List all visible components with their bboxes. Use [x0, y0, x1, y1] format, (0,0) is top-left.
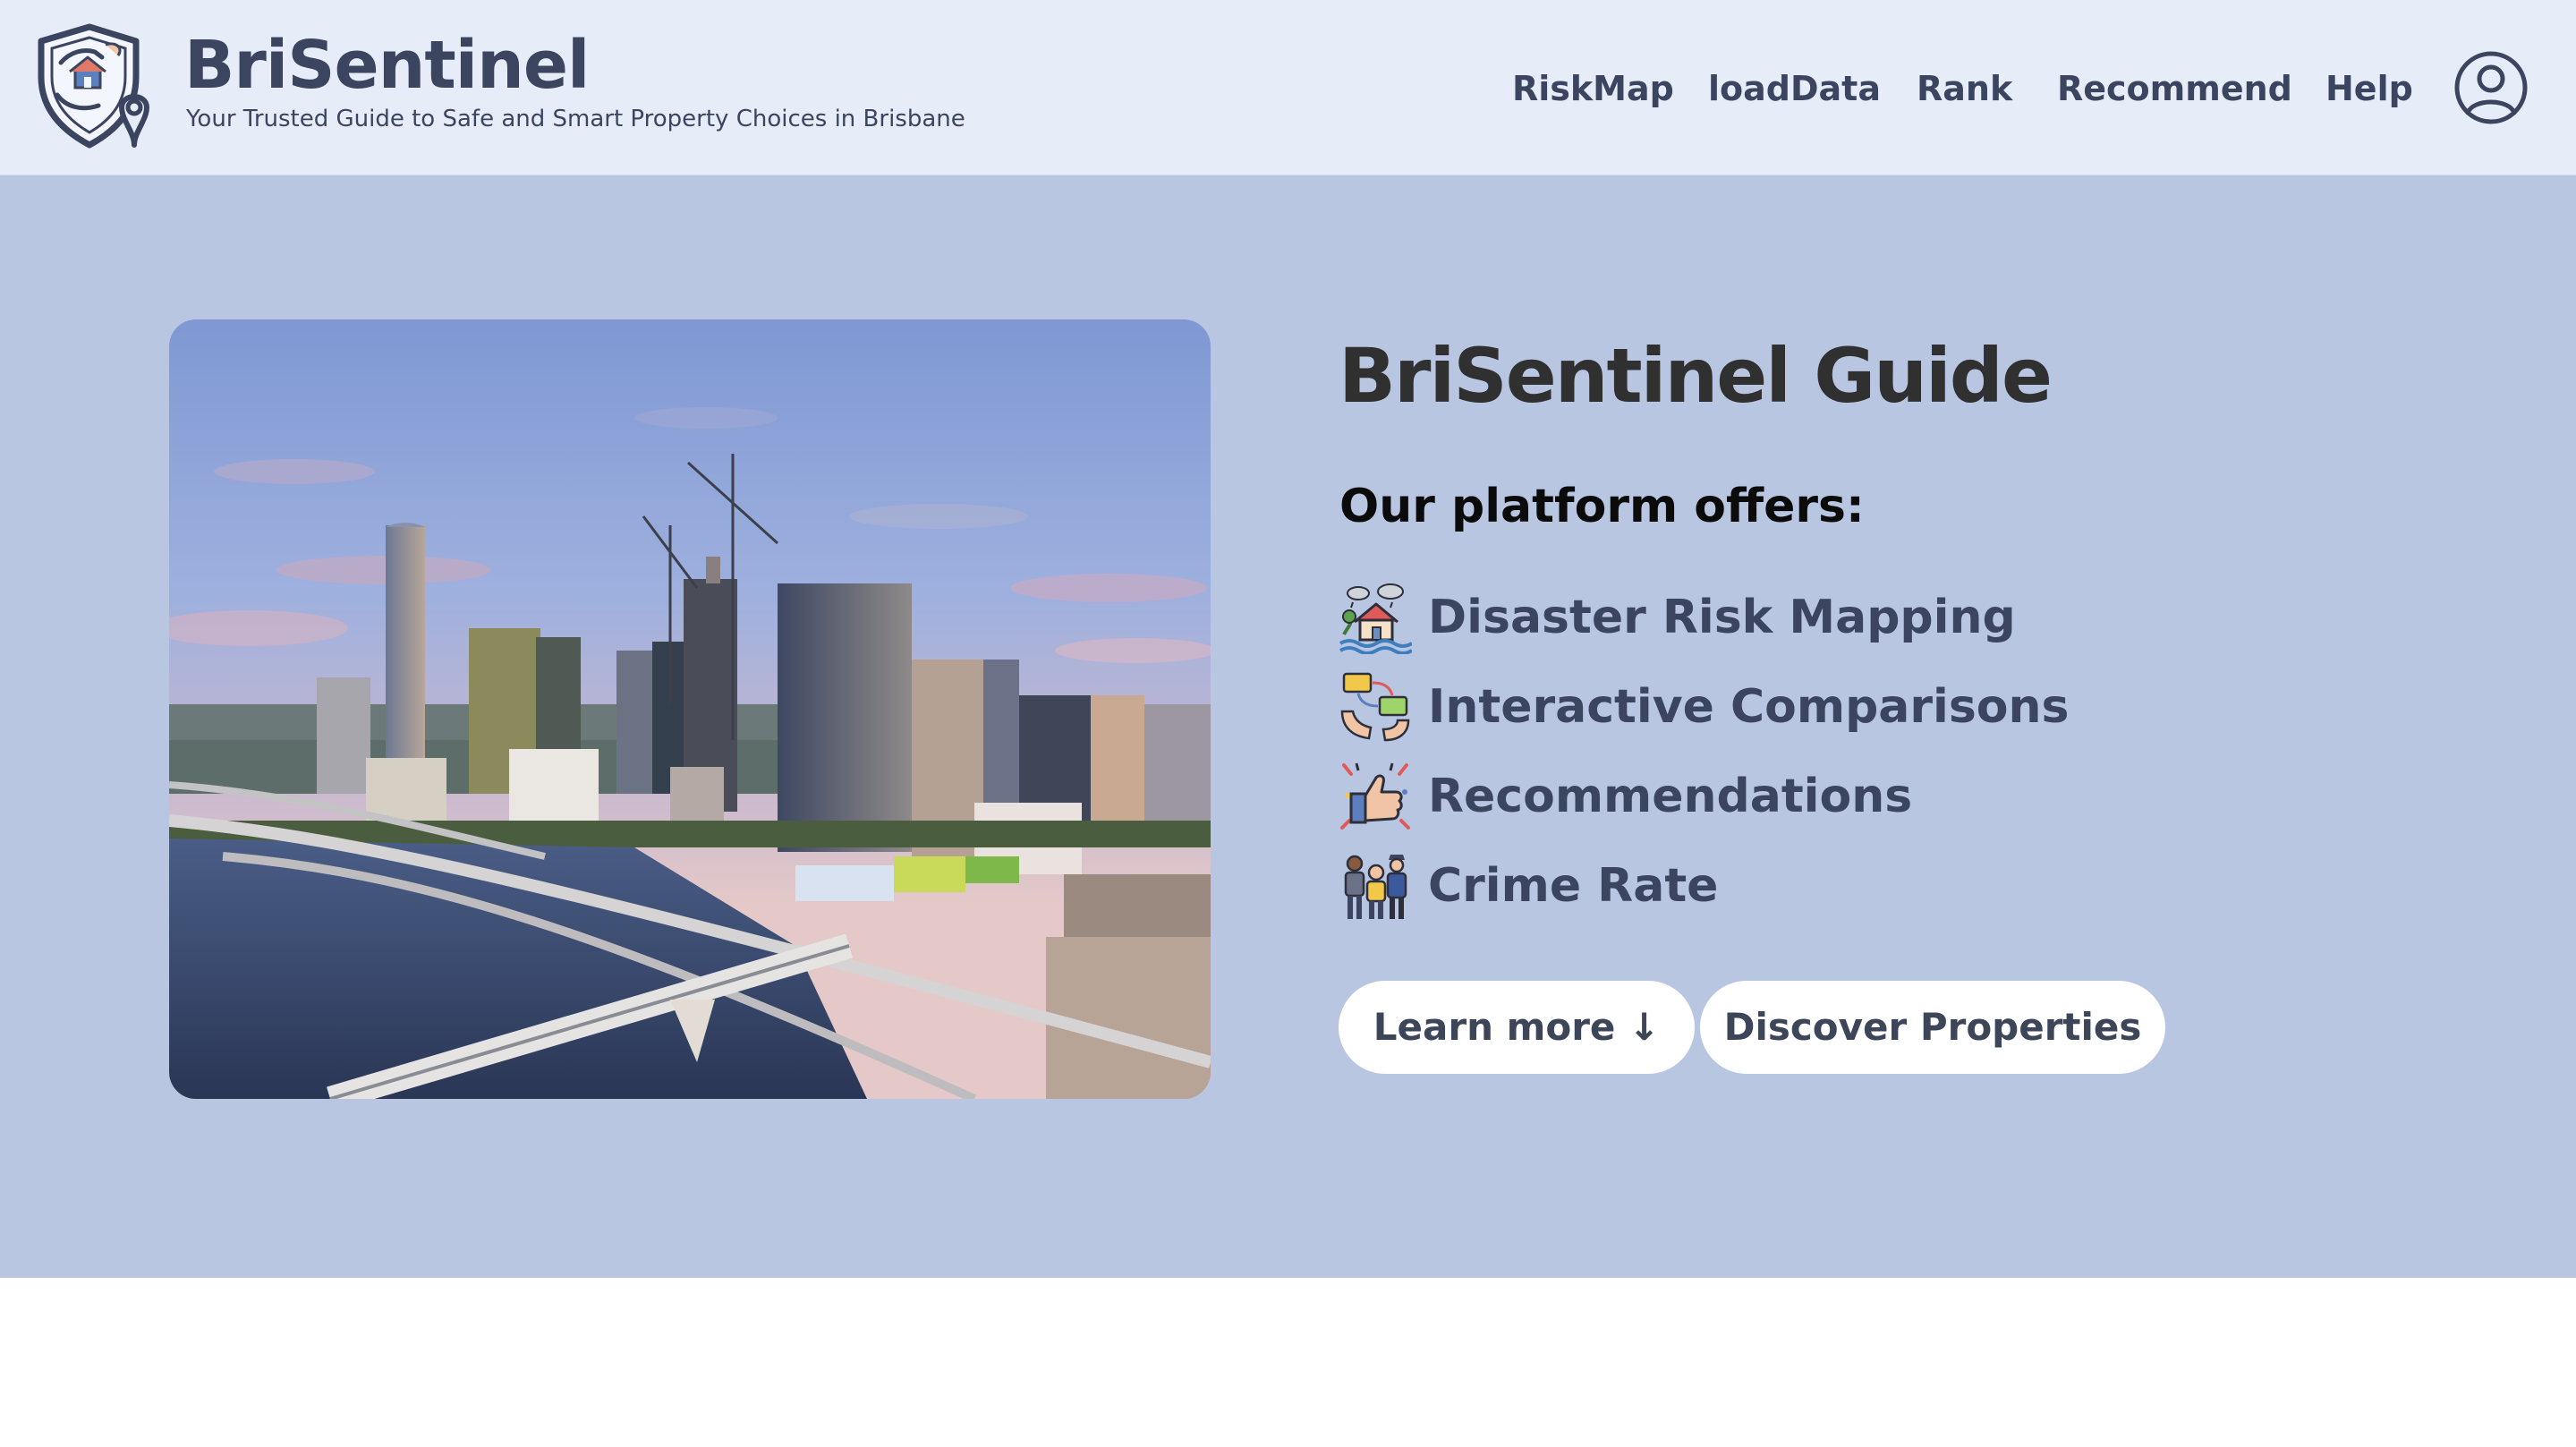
nav-help[interactable]: Help [2325, 68, 2413, 109]
nav-loaddata[interactable]: loadData [1708, 68, 1881, 109]
police-people-icon [1339, 849, 1412, 923]
feature-label: Recommendations [1428, 770, 1913, 823]
offers-heading: Our platform offers: [1339, 480, 1865, 533]
discover-properties-button[interactable]: Discover Properties [1700, 981, 2165, 1074]
brand-tagline: Your Trusted Guide to Safe and Smart Pro… [186, 106, 965, 132]
feature-label: Disaster Risk Mapping [1428, 591, 2016, 644]
nav-rank[interactable]: Rank [1917, 68, 2012, 109]
comparison-hands-icon [1339, 670, 1412, 744]
hero-section: BriSentinel Guide Our platform offers: D… [0, 175, 2576, 1278]
top-header: BriSentinel Your Trusted Guide to Safe a… [0, 0, 2576, 175]
user-circle-icon[interactable] [2453, 50, 2529, 125]
guide-title: BriSentinel Guide [1339, 332, 2053, 420]
feature-label: Crime Rate [1428, 859, 1719, 913]
nav-recommend[interactable]: Recommend [2057, 68, 2292, 109]
feature-label: Interactive Comparisons [1428, 680, 2070, 734]
disaster-house-icon [1339, 581, 1414, 655]
brisbane-skyline-photo [169, 319, 1211, 1099]
nav-riskmap[interactable]: RiskMap [1512, 68, 1674, 109]
main-nav: RiskMap loadData Rank Recommend Help [0, 68, 2576, 109]
thumbs-up-icon [1339, 760, 1412, 833]
learn-more-button[interactable]: Learn more ↓ [1339, 981, 1695, 1074]
